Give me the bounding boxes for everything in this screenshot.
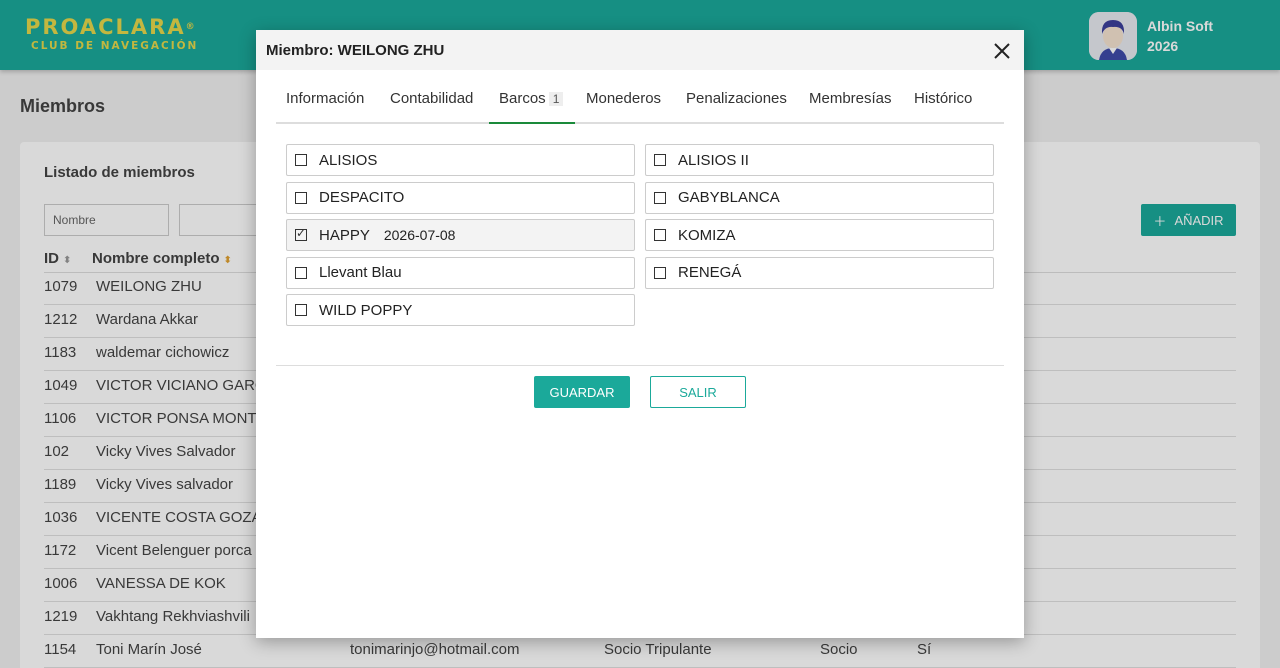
boat-name: HAPPY <box>319 226 370 244</box>
tab-informacion[interactable]: Información <box>286 90 364 124</box>
tab-barcos[interactable]: Barcos 1 <box>489 90 575 124</box>
save-button[interactable]: GUARDAR <box>534 376 630 408</box>
checkbox-checked-icon[interactable]: ✓ <box>295 226 307 241</box>
boat-option[interactable]: RENEGÁ <box>645 256 994 289</box>
tab-barcos-count-badge: 1 <box>548 92 564 106</box>
boat-date: 2026-07-08 <box>383 227 456 243</box>
checkbox-icon[interactable] <box>654 266 666 279</box>
boat-name: ALISIOS II <box>678 151 749 169</box>
boat-name: DESPACITO <box>319 189 405 206</box>
dialog-footer-divider <box>276 365 1004 366</box>
dialog-header: Miembro: WEILONG ZHU <box>256 30 1024 70</box>
boat-option[interactable]: KOMIZA <box>645 219 994 251</box>
tab-historico-label: Histórico <box>914 90 973 107</box>
boat-option[interactable]: ALISIOS II <box>645 144 994 176</box>
dialog-tabs: Información Contabilidad Barcos 1 Moneder… <box>276 88 1004 124</box>
boat-name: ALISIOS <box>319 151 378 169</box>
boat-option[interactable]: WILD POPPY <box>286 294 635 326</box>
checkbox-icon[interactable] <box>654 154 666 166</box>
tab-penalizaciones[interactable]: Penalizaciones <box>686 90 787 124</box>
boat-option[interactable]: Llevant Blau <box>286 256 635 289</box>
tab-informacion-label: Información <box>286 90 365 107</box>
exit-button[interactable]: SALIR <box>650 376 746 408</box>
tab-membresias-label: Membresías <box>809 90 892 107</box>
checkbox-icon[interactable] <box>654 191 666 204</box>
boat-option[interactable]: GABYBLANCA <box>645 181 994 214</box>
boat-name: GABYBLANCA <box>678 189 780 206</box>
tab-membresias[interactable]: Membresías <box>809 90 892 124</box>
boat-name: Llevant Blau <box>319 264 402 281</box>
checkmark-icon: ✓ <box>296 226 307 240</box>
checkbox-icon[interactable] <box>654 229 666 241</box>
checkbox-icon[interactable] <box>295 191 307 204</box>
checkbox-icon[interactable] <box>295 304 307 316</box>
tab-barcos-label: Barcos <box>499 90 546 107</box>
dialog-title: Miembro: WEILONG ZHU <box>266 42 445 59</box>
tab-monederos-label: Monederos <box>586 90 662 107</box>
boat-option[interactable]: ALISIOS <box>286 144 635 176</box>
checkbox-icon[interactable] <box>295 266 307 279</box>
member-dialog: Miembro: WEILONG ZHU Información Contabi… <box>256 30 1024 638</box>
tab-contabilidad[interactable]: Contabilidad <box>390 90 473 124</box>
tab-historico[interactable]: Histórico <box>914 90 972 124</box>
checkbox-icon[interactable] <box>295 154 307 166</box>
boat-name: WILD POPPY <box>319 301 413 319</box>
tab-contabilidad-label: Contabilidad <box>390 90 474 107</box>
boat-option[interactable]: ✓ HAPPY 2026-07-08 <box>286 219 635 251</box>
close-icon[interactable] <box>992 41 1012 61</box>
boat-option[interactable]: DESPACITO <box>286 181 635 214</box>
tab-monederos[interactable]: Monederos <box>586 90 661 124</box>
tab-penalizaciones-label: Penalizaciones <box>686 90 787 107</box>
boat-name: KOMIZA <box>678 226 736 244</box>
boat-name: RENEGÁ <box>678 264 742 281</box>
